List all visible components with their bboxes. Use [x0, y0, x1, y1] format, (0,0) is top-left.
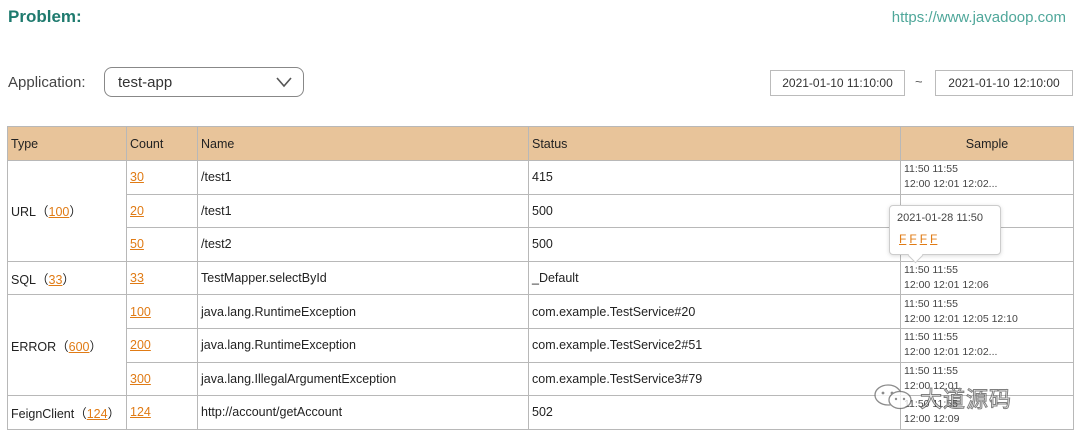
type-count-link[interactable]: 124: [87, 407, 108, 421]
application-label: Application:: [8, 74, 86, 91]
application-select[interactable]: test-app: [104, 67, 304, 97]
site-url[interactable]: https://www.javadoop.com: [892, 9, 1066, 26]
count-link[interactable]: 33: [130, 271, 144, 285]
tooltip-link[interactable]: F: [909, 232, 916, 246]
chevron-down-icon: [276, 77, 292, 88]
type-label-close: ）: [89, 339, 103, 354]
column-header-count: Count: [126, 126, 198, 161]
type-cell: URL（100）: [7, 160, 127, 262]
tooltip-time: 2021-01-28 11:50: [897, 212, 984, 224]
wechat-icon: [874, 384, 912, 410]
table-row: ERROR（600） 100 java.lang.RuntimeExceptio…: [7, 294, 1074, 397]
sample-line: 12:00 12:01 12:05 12:10: [904, 312, 1018, 325]
sample-line: 11:50 11:55: [904, 297, 958, 310]
type-label-close: ）: [107, 406, 121, 421]
tooltip-link[interactable]: F: [930, 232, 937, 246]
type-count-link[interactable]: 600: [69, 340, 90, 354]
type-label: FeignClient（: [11, 406, 87, 421]
type-cell: FeignClient（124）: [7, 395, 127, 430]
type-label-close: ）: [69, 205, 82, 220]
date-separator: ~: [915, 74, 923, 89]
tooltip-links: FFFF: [899, 232, 940, 246]
application-select-value: test-app: [118, 74, 173, 91]
count-link[interactable]: 200: [130, 338, 151, 352]
date-to-input[interactable]: 2021-01-10 12:10:00: [935, 70, 1073, 96]
status-cell: com.example.TestService2#51: [528, 327, 901, 363]
sample-line: 11:50 11:55: [904, 264, 958, 277]
status-cell: _Default: [528, 260, 901, 296]
page-title: Problem:: [8, 7, 82, 26]
table-row: 200 java.lang.RuntimeException com.examp…: [8, 327, 1074, 363]
sample-cell[interactable]: 11:50 11:55 12:00 12:01 12:06: [900, 260, 1074, 296]
sample-line: 12:00 12:01 12:02...: [904, 346, 998, 359]
name-cell: TestMapper.selectById: [197, 260, 529, 296]
type-label: ERROR（: [11, 339, 69, 354]
status-cell: 500: [528, 193, 901, 229]
count-link[interactable]: 30: [130, 170, 144, 184]
type-count-link[interactable]: 100: [49, 205, 70, 219]
column-header-sample: Sample: [900, 126, 1074, 161]
sample-line: 11:50 11:55: [904, 331, 958, 344]
sample-line: 12:00 12:09: [904, 413, 960, 426]
sample-cell[interactable]: 11:50 11:55 12:00 12:01 12:05 12:10: [900, 294, 1074, 329]
status-cell: com.example.TestService#20: [528, 294, 901, 329]
tooltip-link[interactable]: F: [899, 232, 906, 246]
date-from-input[interactable]: 2021-01-10 11:10:00: [770, 70, 905, 96]
table-row: SQL（33） 33 TestMapper.selectById _Defaul…: [7, 260, 1074, 296]
count-link[interactable]: 124: [130, 405, 151, 419]
count-link[interactable]: 300: [130, 372, 151, 386]
status-cell: 500: [528, 227, 901, 262]
name-cell: /test1: [197, 193, 529, 229]
name-cell: java.lang.IllegalArgumentException: [197, 361, 529, 397]
name-cell: java.lang.RuntimeException: [197, 327, 529, 363]
name-cell: java.lang.RuntimeException: [197, 294, 529, 329]
watermark-text: 大道源码: [919, 388, 1013, 414]
status-cell: com.example.TestService3#79: [528, 361, 901, 397]
column-header-type: Type: [7, 126, 127, 161]
sample-cell[interactable]: 11:50 11:55 12:00 12:01 12:02...: [900, 160, 1074, 195]
status-cell: 415: [528, 160, 901, 195]
tooltip-link[interactable]: F: [920, 232, 927, 246]
column-header-status: Status: [528, 126, 901, 161]
sample-line: 11:50 11:55: [904, 163, 958, 176]
type-label-close: ）: [62, 272, 75, 287]
name-cell: /test2: [197, 227, 529, 262]
type-cell: SQL（33）: [7, 260, 127, 296]
sample-line: 12:00 12:01 12:06: [904, 279, 989, 292]
type-count-link[interactable]: 33: [49, 273, 63, 287]
column-header-name: Name: [197, 126, 529, 161]
type-cell: ERROR（600）: [7, 294, 127, 397]
count-link[interactable]: 100: [130, 305, 151, 319]
table-row: URL（100） 30 /test1 415 11:50 11:55 12:00 …: [7, 160, 1074, 262]
sample-line: 12:00 12:01 12:02...: [904, 178, 998, 191]
sample-line: 11:50 11:55: [904, 364, 958, 377]
type-label: URL（: [11, 205, 49, 220]
type-label: SQL（: [11, 272, 49, 287]
table-header-row: Type Count Name Status Sample: [7, 126, 1074, 161]
name-cell: /test1: [197, 160, 529, 195]
sample-cell[interactable]: 11:50 11:55 12:00 12:01 12:02...: [900, 327, 1074, 363]
sample-tooltip: 2021-01-28 11:50 FFFF: [889, 205, 1001, 264]
count-link[interactable]: 50: [130, 237, 144, 251]
name-cell: http://account/getAccount: [197, 395, 529, 430]
status-cell: 502: [528, 395, 901, 430]
watermark: 大道源码: [870, 380, 1060, 414]
count-link[interactable]: 20: [130, 204, 144, 218]
